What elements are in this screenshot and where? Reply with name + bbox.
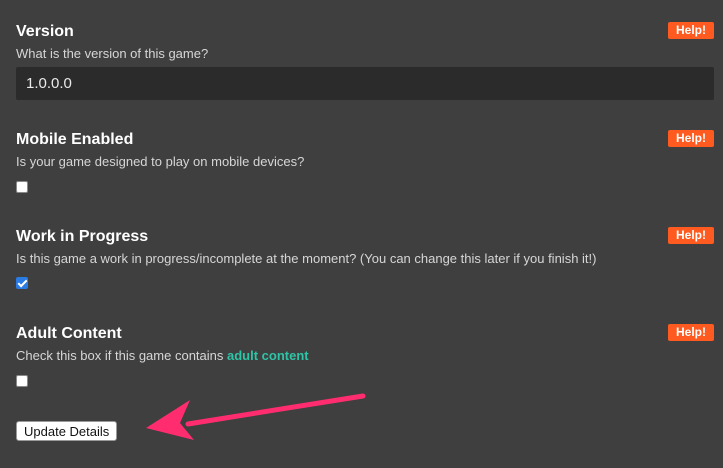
annotation-arrow-head [146,400,194,440]
annotation-arrow-shaft [185,393,366,427]
annotation-arrow-icon [146,393,366,440]
game-details-form: Version What is the version of this game… [0,0,723,468]
